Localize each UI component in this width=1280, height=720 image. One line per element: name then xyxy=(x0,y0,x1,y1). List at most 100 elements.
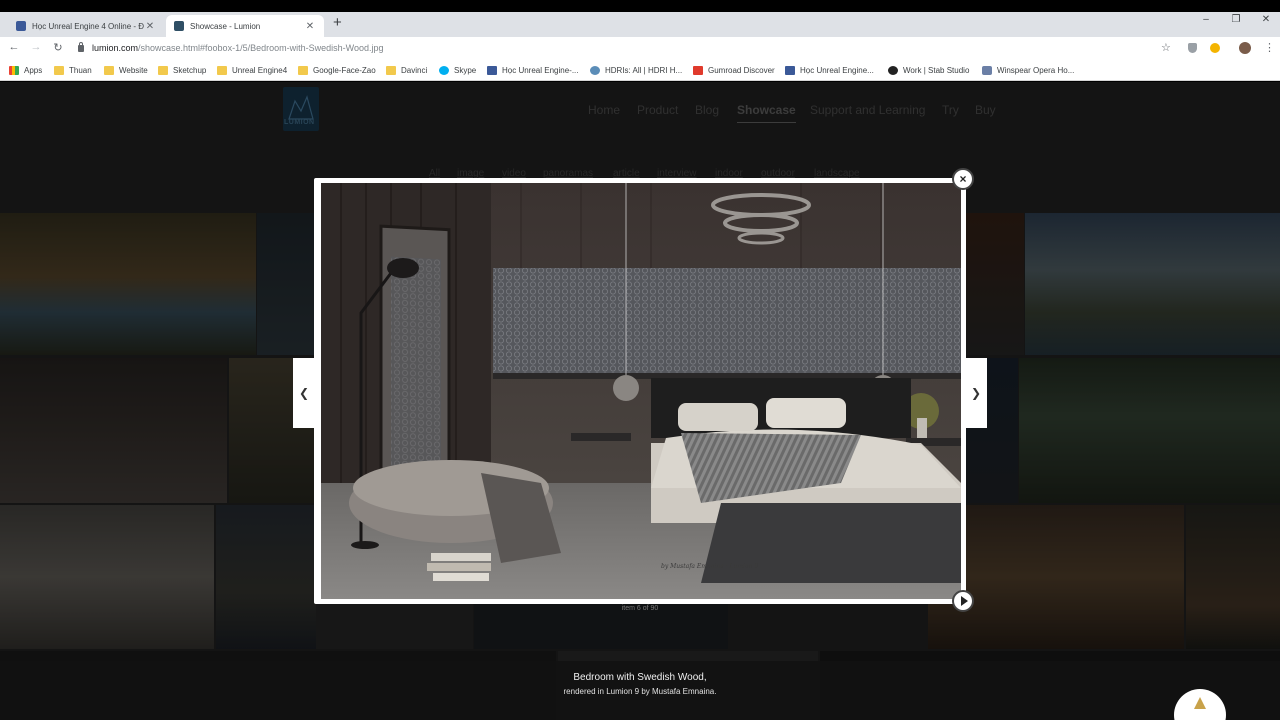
nav-showcase[interactable]: Showcase xyxy=(737,103,796,123)
address-bar-row: ← → ↻ lumion.com/showcase.html#foobox-1/… xyxy=(0,37,1280,59)
tab-close-icon[interactable]: ✕ xyxy=(304,21,316,32)
reload-button[interactable]: ↻ xyxy=(51,41,65,54)
nav-support-and-learning[interactable]: Support and Learning xyxy=(810,103,925,117)
window-close-button[interactable]: ✕ xyxy=(1258,14,1274,25)
bookmark-label: Gumroad Discover xyxy=(708,65,775,75)
nav-home[interactable]: Home xyxy=(588,103,620,117)
facebook-icon xyxy=(16,21,26,31)
lumion-favicon-icon xyxy=(174,21,184,31)
folder-icon xyxy=(298,65,308,75)
opera-icon xyxy=(982,65,992,75)
bookmark-item[interactable]: Davinci xyxy=(386,63,427,77)
folder-icon xyxy=(386,65,396,75)
facebook-icon xyxy=(785,65,795,75)
caption-subtitle: rendered in Lumion 9 by Mustafa Emnaina. xyxy=(563,687,717,696)
skype-icon xyxy=(439,65,449,75)
bedroom-render: by Mustafa Emnaina · Lumion 9 xyxy=(321,183,961,599)
logo-text: LUMION xyxy=(284,119,315,126)
bookmark-item[interactable]: Skype xyxy=(439,63,476,77)
bookmark-label: Thuan xyxy=(69,65,92,75)
tab-showcase-lumion[interactable]: Showcase - Lumion ✕ xyxy=(166,15,324,37)
tab-close-icon[interactable]: ✕ xyxy=(144,21,156,32)
folder-icon xyxy=(158,65,168,75)
slideshow-play-button[interactable] xyxy=(952,590,974,612)
caption-bar: Bedroom with Swedish Wood, rendered in L… xyxy=(0,661,1280,720)
item-counter: item 6 of 90 xyxy=(621,605,659,612)
extension-gear-icon[interactable] xyxy=(1210,43,1220,53)
bookmark-item[interactable]: Học Unreal Engine... xyxy=(785,63,874,77)
back-button[interactable]: ← xyxy=(7,41,21,53)
bookmark-label: HDRIs: All | HDRI H... xyxy=(605,65,683,75)
nav-try[interactable]: Try xyxy=(942,103,959,117)
screen-top-edge xyxy=(0,0,1280,12)
apps-icon xyxy=(9,65,19,75)
minimize-button[interactable]: – xyxy=(1198,14,1214,25)
nav-buy[interactable]: Buy xyxy=(975,103,996,117)
screen: { "browser": { "tabs": [ {"title": "Học … xyxy=(0,0,1280,720)
bookmark-item[interactable]: Học Unreal Engine-... xyxy=(487,63,578,77)
bookmark-item[interactable]: Thuan xyxy=(54,63,92,77)
bookmark-item[interactable]: Sketchup xyxy=(158,63,206,77)
gumroad-icon xyxy=(693,65,703,75)
tab-hoc-unreal[interactable]: Học Unreal Engine 4 Online - Đồ ✕ xyxy=(8,15,164,37)
gallery-thumb[interactable] xyxy=(0,358,227,503)
profile-avatar[interactable] xyxy=(1239,42,1251,54)
url-path: /showcase.html#foobox-1/5/Bedroom-with-S… xyxy=(138,43,384,53)
gallery-thumb[interactable] xyxy=(928,505,1184,649)
menu-icon[interactable]: ⋮ xyxy=(1264,41,1275,54)
bookmark-label: Skype xyxy=(454,65,477,75)
tab-title: Học Unreal Engine 4 Online - Đồ xyxy=(32,21,144,31)
lumion-page: LUMION Home Product Blog Showcase Support an… xyxy=(0,82,1280,720)
folder-icon xyxy=(217,65,227,75)
gallery-thumb[interactable] xyxy=(962,213,1024,355)
nav-blog[interactable]: Blog xyxy=(695,103,719,117)
caption-title: Bedroom with Swedish Wood, xyxy=(573,672,707,683)
tab-strip: Học Unreal Engine 4 Online - Đồ ✕ Showca… xyxy=(0,12,1280,37)
bookmarks-bar: Apps Thuan Website Sketchup Unreal Engine4 Go… xyxy=(0,59,1280,81)
bookmark-item[interactable]: Unreal Engine4 xyxy=(217,63,287,77)
gallery-thumb[interactable] xyxy=(257,213,317,355)
stab-icon xyxy=(888,65,898,75)
bookmark-label: Google-Face-Zao xyxy=(313,65,376,75)
forward-button[interactable]: → xyxy=(29,41,43,53)
bookmark-item[interactable]: Apps xyxy=(9,63,42,77)
bookmark-label: Sketchup xyxy=(173,65,207,75)
bookmark-label: Học Unreal Engine... xyxy=(800,65,874,75)
nav-product[interactable]: Product xyxy=(637,103,678,117)
previous-arrow-button[interactable]: ❮ xyxy=(293,358,315,428)
hdri-icon xyxy=(590,65,600,75)
bookmark-item[interactable]: HDRIs: All | HDRI H... xyxy=(590,63,682,77)
url-field[interactable]: lumion.com/showcase.html#foobox-1/5/Bedr… xyxy=(78,40,383,56)
folder-icon xyxy=(54,65,64,75)
gallery-thumb[interactable] xyxy=(216,505,316,649)
next-arrow-button[interactable]: ❯ xyxy=(965,358,987,428)
gallery-thumb[interactable] xyxy=(1025,213,1280,355)
gallery-thumb[interactable] xyxy=(316,604,473,649)
gallery-thumb[interactable] xyxy=(730,604,926,649)
bookmark-star-icon[interactable]: ☆ xyxy=(1161,41,1171,54)
gallery-thumb[interactable] xyxy=(1186,505,1280,649)
maximize-button[interactable]: ❐ xyxy=(1228,14,1244,25)
image-signature: by Mustafa Emnaina · Lumion 9 xyxy=(661,563,758,570)
lock-icon xyxy=(78,41,84,52)
bookmark-label: Website xyxy=(119,65,148,75)
new-tab-button[interactable]: + xyxy=(333,15,342,31)
bookmark-label: Apps xyxy=(24,65,43,75)
showcase-image-bedroom: by Mustafa Emnaina · Lumion 9 xyxy=(321,183,961,599)
gallery-thumb[interactable] xyxy=(1019,358,1280,503)
bookmark-item[interactable]: Google-Face-Zao xyxy=(298,63,376,77)
bookmark-label: Học Unreal Engine-... xyxy=(502,65,579,75)
bookmark-item[interactable]: Gumroad Discover xyxy=(693,63,775,77)
extension-shield-icon[interactable] xyxy=(1188,43,1197,53)
bookmark-item[interactable]: Winspear Opera Ho... xyxy=(982,63,1074,77)
bookmark-item[interactable]: Website xyxy=(104,63,148,77)
lightbox-close-button[interactable]: × xyxy=(952,168,974,190)
bookmark-item[interactable]: Work | Stab Studio xyxy=(888,63,969,77)
facebook-icon xyxy=(487,65,497,75)
url-host: lumion.com xyxy=(92,43,139,53)
bookmark-label: Work | Stab Studio xyxy=(903,65,970,75)
folder-icon xyxy=(104,65,114,75)
gallery-thumb[interactable] xyxy=(0,213,256,355)
gallery-thumb[interactable] xyxy=(0,505,214,649)
tab-title: Showcase - Lumion xyxy=(190,21,261,31)
